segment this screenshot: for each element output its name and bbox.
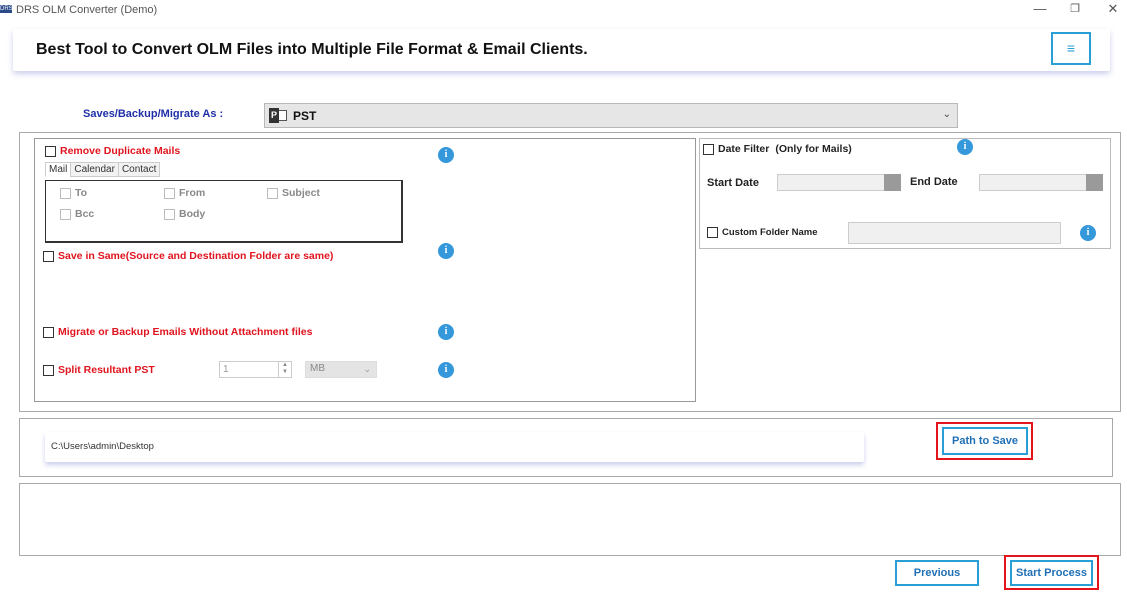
hamburger-menu-button[interactable]: ≡ (1051, 32, 1091, 65)
info-icon[interactable]: i (438, 362, 454, 378)
checkbox-box (43, 250, 54, 262)
minimize-button[interactable]: — (1030, 1, 1050, 17)
restore-button[interactable]: ❐ (1065, 1, 1085, 17)
criteria-to-checkbox[interactable]: To (60, 187, 87, 199)
date-filter-label: Date Filter (718, 143, 770, 155)
format-label: Saves/Backup/Migrate As : (83, 108, 224, 120)
date-filter-checkbox[interactable]: Date Filter (Only for Mails) (703, 143, 852, 155)
previous-button[interactable]: Previous (895, 560, 979, 586)
criteria-body-label: Body (179, 208, 206, 220)
custom-folder-input[interactable] (848, 222, 1061, 244)
criteria-subject-checkbox[interactable]: Subject (267, 187, 320, 199)
split-size-stepper[interactable]: 1 ▲ ▼ (219, 361, 292, 378)
end-date-input[interactable] (979, 174, 1087, 191)
save-path-field[interactable]: C:\Users\admin\Desktop (45, 432, 864, 462)
split-size-value: 1 (223, 364, 229, 375)
header-banner: Best Tool to Convert OLM Files into Mult… (13, 29, 1110, 71)
split-pst-checkbox[interactable]: Split Resultant PST (43, 364, 155, 376)
date-filter-note: (Only for Mails) (775, 143, 852, 155)
pst-file-icon: P (269, 108, 279, 123)
checkbox-box (43, 326, 54, 338)
hamburger-icon: ≡ (1066, 40, 1076, 56)
save-in-same-label: Save in Same(Source and Destination Fold… (58, 250, 334, 262)
start-date-label: Start Date (707, 177, 759, 189)
duplicate-tabs: Mail Calendar Contact (45, 162, 161, 177)
without-attachments-checkbox[interactable]: Migrate or Backup Emails Without Attachm… (43, 326, 312, 338)
save-path-value: C:\Users\admin\Desktop (51, 441, 154, 452)
split-pst-label: Split Resultant PST (58, 364, 155, 376)
remove-duplicates-label: Remove Duplicate Mails (60, 145, 181, 157)
checkbox-box (703, 143, 714, 155)
checkbox-box (60, 187, 71, 199)
info-icon[interactable]: i (1080, 225, 1096, 241)
custom-folder-checkbox[interactable]: Custom Folder Name (707, 227, 818, 238)
start-process-button[interactable]: Start Process (1010, 560, 1093, 586)
app-logo-icon: DRS (0, 5, 13, 13)
start-date-input[interactable] (777, 174, 885, 191)
checkbox-box (267, 187, 278, 199)
checkbox-box (60, 208, 71, 220)
remove-duplicates-checkbox[interactable]: Remove Duplicate Mails (45, 145, 180, 157)
checkbox-box (707, 227, 718, 238)
without-attachments-label: Migrate or Backup Emails Without Attachm… (58, 326, 313, 338)
end-date-picker-button[interactable] (1086, 174, 1103, 191)
log-panel (19, 483, 1121, 556)
criteria-from-checkbox[interactable]: From (164, 187, 205, 199)
pst-file-icon-back (278, 110, 287, 121)
checkbox-box (45, 145, 56, 157)
info-icon[interactable]: i (438, 324, 454, 340)
duplicate-criteria-box (45, 180, 403, 243)
chevron-down-icon: ⌄ (363, 364, 371, 374)
info-icon[interactable]: i (438, 147, 454, 163)
criteria-to-label: To (75, 187, 88, 199)
path-to-save-button[interactable]: Path to Save (942, 427, 1028, 455)
tab-calendar[interactable]: Calendar (70, 162, 119, 177)
format-selected-value: PST (293, 109, 317, 123)
checkbox-box (164, 208, 175, 220)
custom-folder-label: Custom Folder Name (722, 227, 818, 238)
checkbox-box (164, 187, 175, 199)
end-date-label: End Date (910, 176, 958, 188)
start-date-picker-button[interactable] (884, 174, 901, 191)
split-unit-dropdown[interactable]: MB ⌄ (305, 361, 377, 378)
checkbox-box (43, 364, 54, 376)
criteria-bcc-label: Bcc (75, 208, 95, 220)
window-title: DRS OLM Converter (Demo) (16, 4, 158, 16)
banner-heading: Best Tool to Convert OLM Files into Mult… (36, 41, 588, 58)
split-unit-value: MB (310, 363, 325, 374)
criteria-bcc-checkbox[interactable]: Bcc (60, 208, 94, 220)
info-icon[interactable]: i (957, 139, 973, 155)
format-dropdown[interactable]: P PST ⌄ (264, 103, 958, 128)
criteria-from-label: From (179, 187, 206, 199)
criteria-body-checkbox[interactable]: Body (164, 208, 205, 220)
save-in-same-checkbox[interactable]: Save in Same(Source and Destination Fold… (43, 250, 333, 262)
tab-mail[interactable]: Mail (45, 162, 72, 177)
criteria-subject-label: Subject (282, 187, 320, 199)
tab-contact[interactable]: Contact (117, 162, 161, 177)
close-button[interactable]: ✕ (1103, 1, 1123, 17)
chevron-down-icon: ⌄ (942, 109, 951, 120)
stepper-arrows-icon[interactable]: ▲ ▼ (278, 362, 291, 377)
info-icon[interactable]: i (438, 243, 454, 259)
title-bar: DRS DRS OLM Converter (Demo) — ❐ ✕ (0, 0, 1127, 20)
